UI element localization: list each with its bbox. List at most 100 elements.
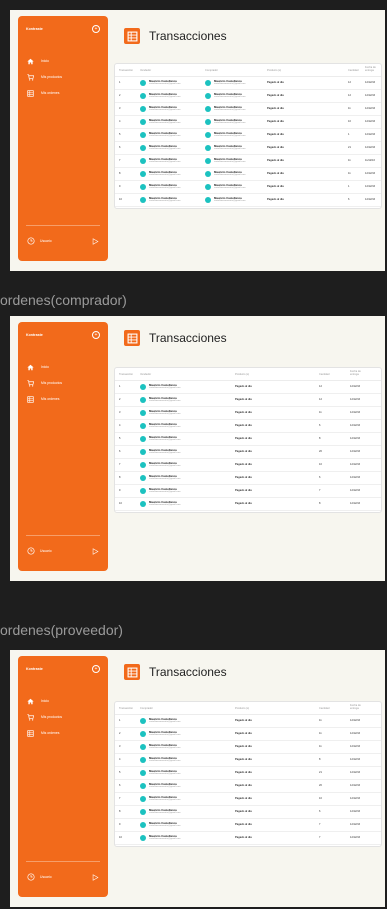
table-row[interactable]: 4 Mauricio Castellanos castellanosmauricio…	[115, 115, 381, 129]
table-row[interactable]: 7 Mauricio Castellanos castellanosmauricio…	[115, 154, 381, 168]
table-icon	[124, 330, 140, 346]
user-1-email: castellanosmauricio@gmail.com	[149, 824, 181, 827]
table-row[interactable]: 2 Mauricio Castellanos castellanosmauricio…	[115, 727, 381, 741]
sidebar-footer[interactable]: Usuario	[26, 225, 100, 246]
sidebar-item-cart[interactable]: Mis productos	[26, 378, 62, 388]
table-row[interactable]: 6 Mauricio Castellanos castellanosmauricio…	[115, 445, 381, 459]
table-row[interactable]: 1 Mauricio Castellanos castellanosmauricio…	[115, 380, 381, 394]
cell-status: Pagado al dia	[235, 770, 252, 774]
sidebar-item-cart[interactable]: Mis productos	[26, 712, 62, 722]
column-header[interactable]: Fecha de entrega	[365, 66, 380, 72]
table-row[interactable]: 5 Mauricio Castellanos castellanosmauricio…	[115, 128, 381, 142]
user-1-email: castellanosmauricio@gmail.com	[149, 759, 181, 762]
cell-date: 12/12/16	[365, 197, 376, 201]
column-header[interactable]: Transacción	[119, 69, 133, 72]
table-row[interactable]: 9 Mauricio Castellanos castellanosmauricio…	[115, 818, 381, 832]
user-1-email: castellanosmauricio@gmail.com	[149, 121, 181, 124]
table-row[interactable]: 6 Mauricio Castellanos castellanosmauricio…	[115, 779, 381, 793]
column-header[interactable]: Producto (s)	[235, 373, 249, 376]
column-header[interactable]: Producto (s)	[267, 69, 281, 72]
send-icon[interactable]	[91, 237, 100, 246]
sidebar-footer[interactable]: Usuario	[26, 535, 100, 556]
avatar	[205, 157, 211, 164]
cell-quantity: 6	[319, 423, 321, 427]
table-row[interactable]: 2 Mauricio Castellanos castellanosmauricio…	[115, 89, 381, 103]
table-row[interactable]: 1 Mauricio Castellanos castellanosmauricio…	[115, 714, 381, 728]
table-row[interactable]: 2 Mauricio Castellanos castellanosmauricio…	[115, 393, 381, 407]
sidebar-item-home[interactable]: Inicio	[26, 362, 49, 372]
table-row[interactable]: 10 Mauricio Castellanos castellanosmaurici…	[115, 497, 381, 511]
avatar	[140, 808, 146, 815]
cell-id: 5	[119, 770, 121, 774]
column-header[interactable]: Comprador	[140, 707, 153, 710]
cell-quantity: 12	[319, 397, 322, 401]
user-1-email: castellanosmauricio@gmail.com	[149, 82, 181, 85]
table-row[interactable]: 9 Mauricio Castellanos castellanosmauricio…	[115, 180, 381, 194]
cell-status: Pagado al dia	[235, 449, 252, 453]
cell-quantity: 1	[348, 132, 350, 136]
brand-logo[interactable]: Kontraste	[26, 27, 43, 31]
table-row[interactable]: 8 Mauricio Castellanos castellanosmauricio…	[115, 167, 381, 181]
table-row[interactable]: 5 Mauricio Castellanos castellanosmauricio…	[115, 432, 381, 446]
user-1-email: castellanosmauricio@gmail.com	[149, 412, 181, 415]
user-2-email: castellanosmauricio@gmail.com	[214, 160, 246, 163]
table-row[interactable]: 7 Mauricio Castellanos castellanosmauricio…	[115, 458, 381, 472]
table-row[interactable]: 3 Mauricio Castellanos castellanosmauricio…	[115, 406, 381, 420]
column-header[interactable]: Fecha de entrega	[350, 370, 365, 376]
sidebar-footer[interactable]: Usuario	[26, 861, 100, 882]
add-icon[interactable]: +	[92, 25, 100, 33]
send-icon[interactable]	[91, 873, 100, 882]
home-icon	[26, 57, 35, 66]
sidebar-item-orders[interactable]: Mis ordenes	[26, 394, 59, 404]
user-1-email: castellanosmauricio@gmail.com	[149, 399, 181, 402]
table-row[interactable]: 10 Mauricio Castellanos castellanosmaurici…	[115, 831, 381, 845]
sidebar-item-orders[interactable]: Mis ordenes	[26, 88, 59, 98]
table-row[interactable]: 9 Mauricio Castellanos castellanosmauricio…	[115, 484, 381, 498]
cell-status: Pagado al dia	[235, 475, 252, 479]
column-header[interactable]: Comprador	[205, 69, 218, 72]
column-header[interactable]: Cantidad	[319, 373, 329, 376]
table-row[interactable]: 8 Mauricio Castellanos castellanosmauricio…	[115, 471, 381, 485]
column-header[interactable]: Producto (s)	[235, 707, 249, 710]
user-2-email: castellanosmauricio@gmail.com	[214, 186, 246, 189]
table-row[interactable]: 1 Mauricio Castellanos castellanosmauricio…	[115, 76, 381, 90]
brand-logo[interactable]: Kontraste	[26, 333, 43, 337]
table-row[interactable]: 3 Mauricio Castellanos castellanosmauricio…	[115, 740, 381, 754]
table-row[interactable]: 6 Mauricio Castellanos castellanosmauricio…	[115, 141, 381, 155]
column-header[interactable]: Fecha de entrega	[350, 704, 365, 710]
table-row[interactable]: 3 Mauricio Castellanos castellanosmauricio…	[115, 102, 381, 116]
cell-id: 2	[119, 93, 121, 97]
sidebar-item-label: Mis productos	[41, 381, 63, 385]
add-icon[interactable]: +	[92, 331, 100, 339]
table-row[interactable]: 8 Mauricio Castellanos castellanosmauricio…	[115, 805, 381, 819]
column-header[interactable]: Vendedor	[140, 69, 151, 72]
column-header[interactable]: Cantidad	[319, 707, 329, 710]
cell-date: 12/12/16	[350, 822, 361, 826]
sidebar-item-orders[interactable]: Mis ordenes	[26, 728, 59, 738]
brand-logo[interactable]: Kontraste	[26, 667, 43, 671]
sidebar-item-home[interactable]: Inicio	[26, 56, 49, 66]
cell-status: Pagado al dia	[235, 809, 252, 813]
column-header[interactable]: Transacción	[119, 373, 133, 376]
table-row[interactable]: 5 Mauricio Castellanos castellanosmauricio…	[115, 766, 381, 780]
table-row[interactable]: 4 Mauricio Castellanos castellanosmauricio…	[115, 753, 381, 767]
add-icon[interactable]: +	[92, 665, 100, 673]
sidebar-item-cart[interactable]: Mis productos	[26, 72, 62, 82]
cell-date: 12/12/16	[350, 796, 361, 800]
column-header[interactable]: Cantidad	[348, 69, 358, 72]
table-row[interactable]: 10 Mauricio Castellanos castellanosmaurici…	[115, 193, 381, 207]
user-1-email: castellanosmauricio@gmail.com	[149, 477, 181, 480]
clock-icon	[26, 547, 35, 556]
table-row[interactable]: 4 Mauricio Castellanos castellanosmauricio…	[115, 419, 381, 433]
column-header[interactable]: Vendedor	[140, 373, 151, 376]
user-2-email: castellanosmauricio@gmail.com	[214, 134, 246, 137]
user-1-email: castellanosmauricio@gmail.com	[149, 503, 181, 506]
send-icon[interactable]	[91, 547, 100, 556]
sidebar-item-home[interactable]: Inicio	[26, 696, 49, 706]
column-header[interactable]: Transacción	[119, 707, 133, 710]
table-row[interactable]: 7 Mauricio Castellanos castellanosmauricio…	[115, 792, 381, 806]
sidebar: Kontraste + Inicio Mis productos Mis ordenes…	[18, 322, 108, 571]
cell-date: 12/12/16	[350, 397, 361, 401]
cell-status: Pagado al dia	[235, 410, 252, 414]
cell-id: 10	[119, 835, 122, 839]
